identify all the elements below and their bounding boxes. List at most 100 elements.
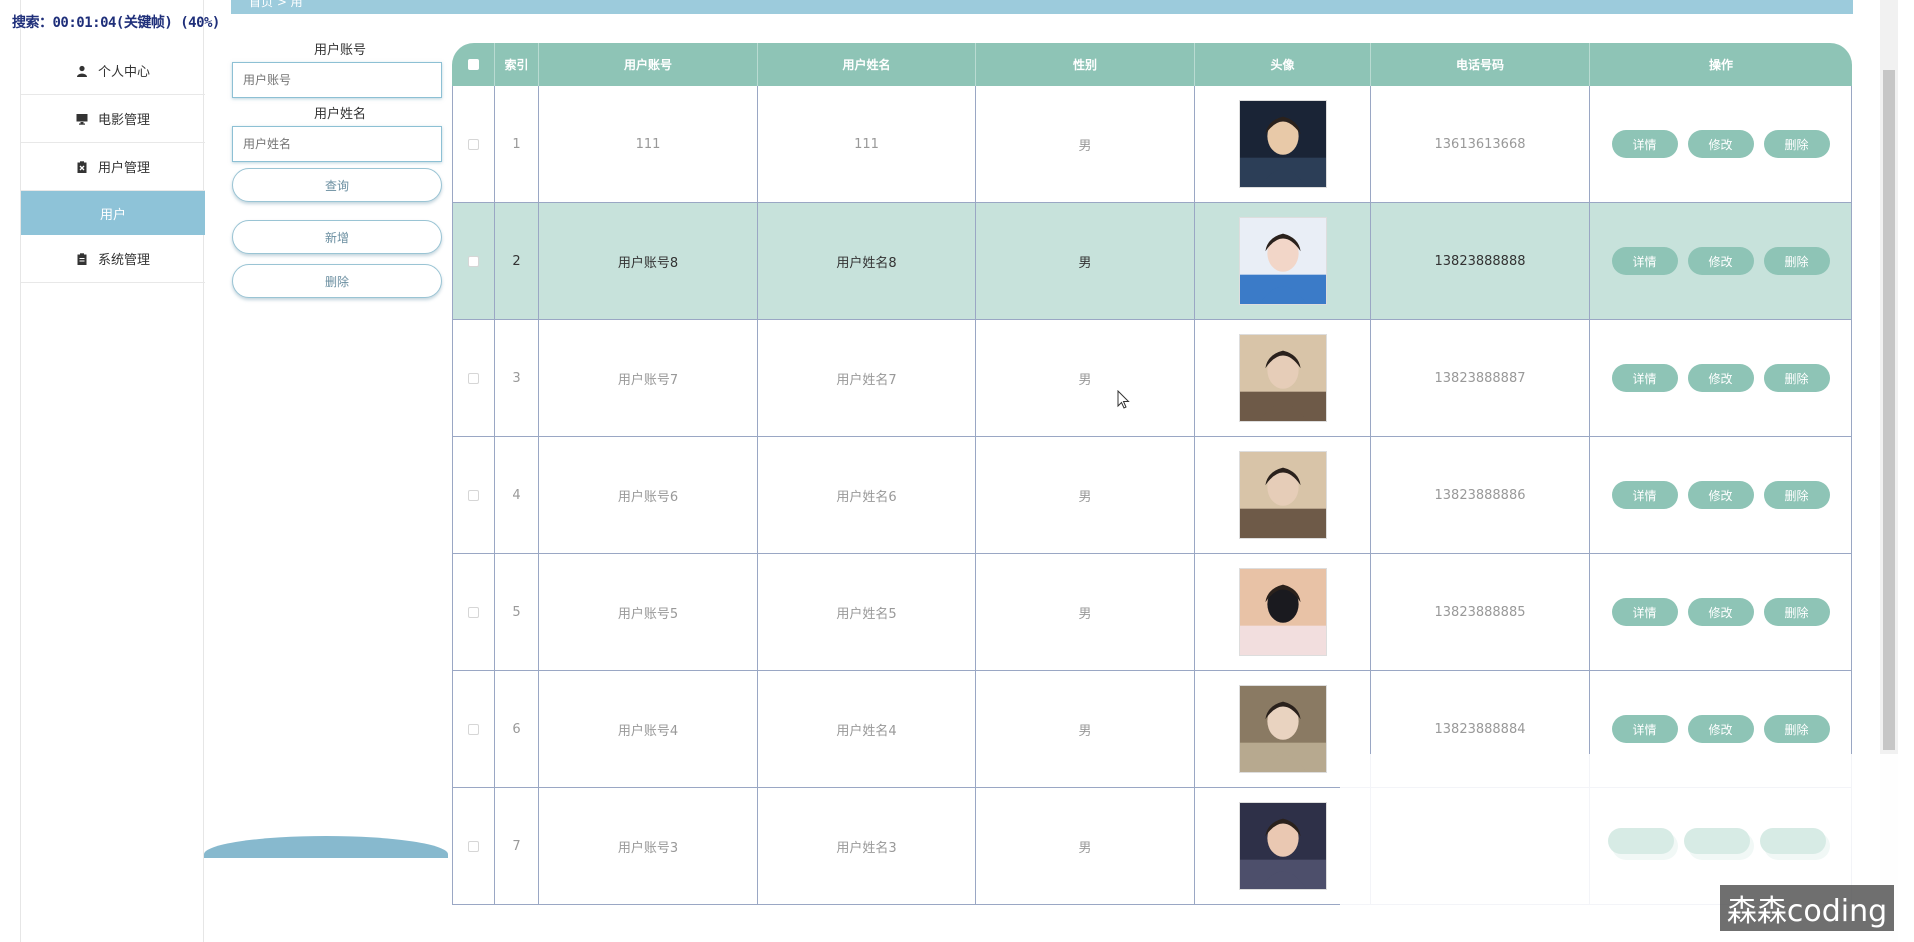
monitor-icon (76, 113, 88, 125)
cell-actions: 详情 修改 删除 (1590, 86, 1852, 202)
row-checkbox[interactable] (468, 606, 479, 618)
cell-account: 用户账号8 (539, 203, 758, 319)
cell-phone: 13823888886 (1371, 437, 1590, 553)
recording-status: 搜索：00:01:04(关键帧) (40%) (12, 15, 220, 31)
edit-button[interactable]: 修改 (1687, 364, 1754, 392)
row-select-cell[interactable] (452, 320, 495, 436)
clipboard-icon (76, 252, 88, 265)
sidebar-item-personal-center[interactable]: 个人中心 (21, 47, 205, 95)
avatar[interactable] (1238, 685, 1327, 773)
edit-button[interactable]: 修改 (1687, 481, 1754, 509)
scrollbar-thumb[interactable] (1883, 70, 1895, 750)
query-button[interactable]: 查询 (232, 168, 442, 202)
cell-phone: 13823888887 (1371, 320, 1590, 436)
row-checkbox[interactable] (468, 723, 479, 735)
name-label: 用户姓名 (313, 107, 366, 122)
cell-phone: 13823888888 (1371, 203, 1590, 319)
cell-gender: 男 (976, 437, 1195, 553)
cell-avatar (1195, 437, 1371, 553)
delete-button[interactable]: 删除 (1763, 598, 1830, 626)
cell-account: 用户账号4 (539, 671, 758, 787)
row-select-cell[interactable] (452, 788, 495, 904)
sidebar-item-user-management[interactable]: 用户管理 (21, 143, 205, 191)
table-row[interactable]: 4 用户账号6 用户姓名6 男 13823888886 详情 修改 删除 (452, 437, 1852, 554)
detail-button[interactable]: 详情 (1611, 715, 1678, 743)
add-button[interactable]: 新增 (232, 220, 442, 254)
detail-button[interactable]: 详情 (1611, 481, 1678, 509)
detail-button[interactable]: 详情 (1611, 130, 1678, 158)
mouse-cursor-icon (1117, 390, 1130, 409)
avatar[interactable] (1238, 451, 1327, 539)
person-icon (76, 65, 88, 77)
cell-index: 6 (495, 671, 539, 787)
sidebar-item-label: 系统管理 (97, 253, 150, 268)
avatar[interactable] (1238, 568, 1327, 656)
row-checkbox[interactable] (468, 255, 479, 267)
cell-account: 用户账号6 (539, 437, 758, 553)
avatar[interactable] (1238, 802, 1327, 890)
cell-actions: 详情 修改 删除 (1590, 554, 1852, 670)
cell-name: 用户姓名4 (758, 671, 976, 787)
row-checkbox[interactable] (468, 840, 479, 852)
row-select-cell[interactable] (452, 203, 495, 319)
detail-button[interactable]: 详情 (1611, 247, 1678, 275)
cell-index: 7 (495, 788, 539, 904)
table-row[interactable]: 5 用户账号5 用户姓名5 男 13823888885 详情 修改 删除 (452, 554, 1852, 671)
edit-button[interactable]: 修改 (1687, 715, 1754, 743)
edit-button[interactable]: 修改 (1687, 130, 1754, 158)
row-select-cell[interactable] (452, 554, 495, 670)
account-search-input[interactable] (232, 62, 442, 98)
cell-gender: 男 (976, 554, 1195, 670)
edit-button[interactable]: 修改 (1687, 247, 1754, 275)
cell-name: 用户姓名8 (758, 203, 976, 319)
header-select-all[interactable] (452, 43, 495, 86)
sidebar-item-movie-management[interactable]: 电影管理 (21, 95, 205, 143)
row-checkbox[interactable] (468, 372, 479, 384)
row-checkbox[interactable] (468, 489, 479, 501)
cell-actions: 详情 修改 删除 (1590, 203, 1852, 319)
delete-button[interactable]: 删除 (1763, 247, 1830, 275)
avatar[interactable] (1238, 100, 1327, 188)
sidebar-item-label: 用户管理 (97, 161, 150, 176)
delete-button[interactable]: 删除 (1763, 715, 1830, 743)
cell-account: 111 (539, 86, 758, 202)
cell-index: 3 (495, 320, 539, 436)
header-index: 索引 (495, 43, 539, 86)
table-row[interactable]: 3 用户账号7 用户姓名7 男 13823888887 详情 修改 删除 (452, 320, 1852, 437)
header-name: 用户姓名 (758, 43, 976, 86)
header-actions: 操作 (1708, 58, 1733, 72)
row-checkbox[interactable] (468, 138, 479, 150)
cell-actions: 详情 修改 删除 (1590, 320, 1852, 436)
cell-gender: 男 (976, 203, 1195, 319)
header-gender: 性别 (976, 43, 1195, 86)
cell-gender: 男 (976, 86, 1195, 202)
detail-button[interactable]: 详情 (1611, 364, 1678, 392)
sidebar-subitem-user[interactable]: 用户 (21, 191, 205, 235)
table-header: 索引 用户账号 用户姓名 性别 头像 电话号码 操作 (452, 43, 1852, 86)
name-search-input[interactable] (232, 126, 442, 162)
batch-delete-button[interactable]: 删除 (232, 264, 442, 298)
row-select-cell[interactable] (452, 671, 495, 787)
cell-name: 111 (758, 86, 976, 202)
delete-button[interactable]: 删除 (1763, 130, 1830, 158)
cell-account: 用户账号3 (539, 788, 758, 904)
sidebar-menu: 个人中心 电影管理 用户管理 用户 系统管理 (21, 47, 205, 283)
edit-button[interactable]: 修改 (1687, 598, 1754, 626)
watermark: 森森coding (1720, 885, 1894, 931)
row-select-cell[interactable] (452, 437, 495, 553)
table-row[interactable]: 1 111 111 男 13613613668 详情 修改 删除 (452, 86, 1852, 203)
cell-avatar (1195, 320, 1371, 436)
delete-button[interactable]: 删除 (1763, 481, 1830, 509)
avatar[interactable] (1238, 217, 1327, 305)
search-panel: 用户账号 用户姓名 查询 新增 删除 (232, 40, 448, 860)
header-account: 用户账号 (539, 43, 758, 86)
sidebar-item-system-management[interactable]: 系统管理 (21, 235, 205, 283)
avatar[interactable] (1238, 334, 1327, 422)
row-select-cell[interactable] (452, 86, 495, 202)
select-all-checkbox[interactable] (467, 59, 479, 70)
table-row[interactable]: 2 用户账号8 用户姓名8 男 13823888888 详情 修改 删除 (452, 203, 1852, 320)
header-avatar: 头像 (1195, 43, 1371, 86)
detail-button[interactable]: 详情 (1611, 598, 1678, 626)
cell-name: 用户姓名3 (758, 788, 976, 904)
delete-button[interactable]: 删除 (1763, 364, 1830, 392)
